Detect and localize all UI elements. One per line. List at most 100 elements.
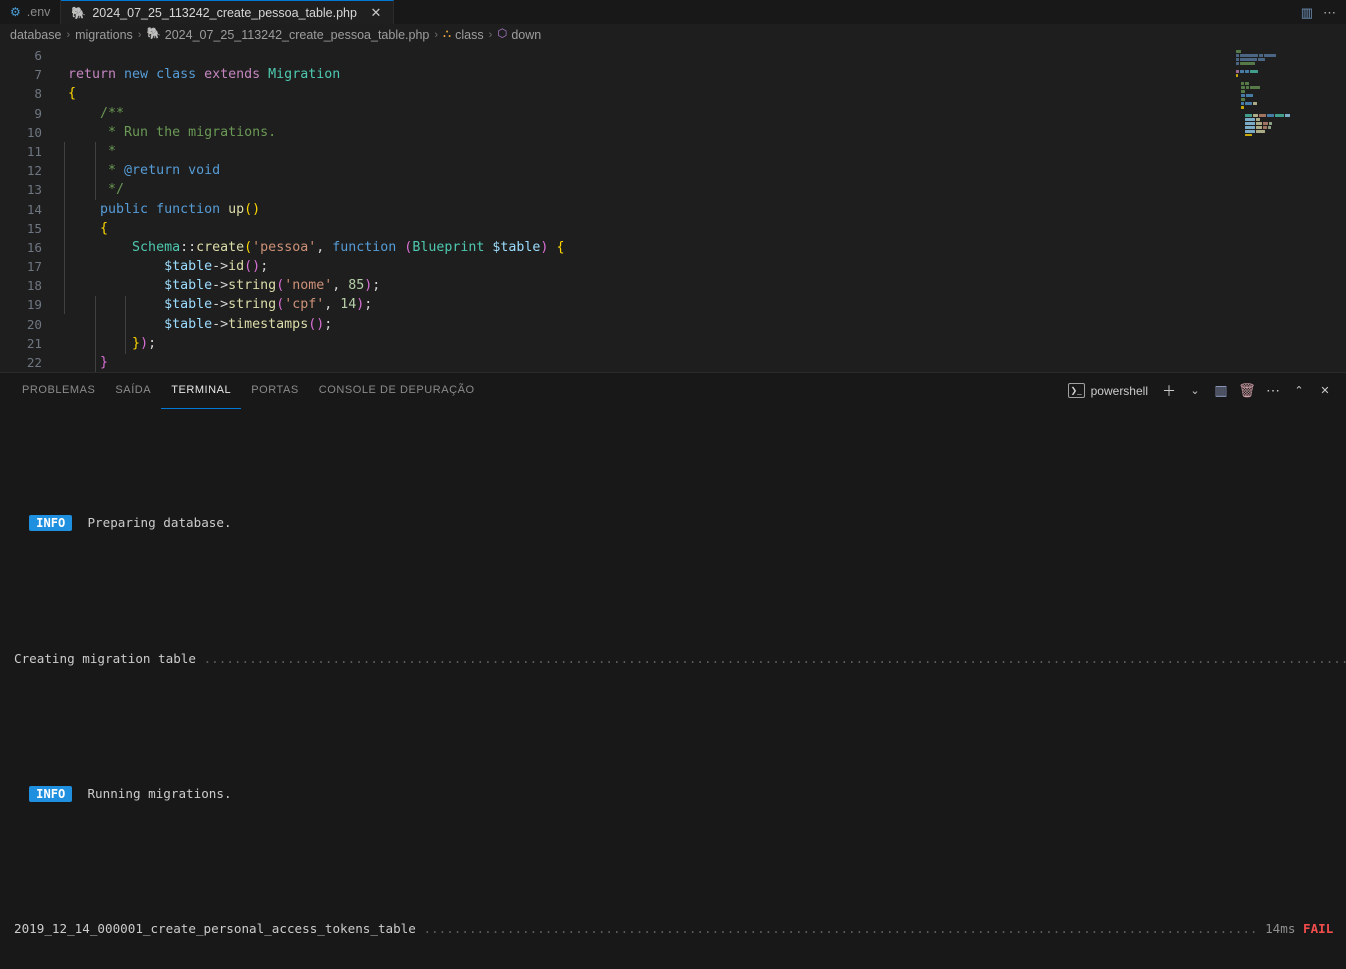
code-line: 22 } bbox=[0, 353, 1346, 372]
editor-tab-bar: ⚙ .env 🐘 2024_07_25_113242_create_pessoa… bbox=[0, 0, 1346, 24]
line-number: 17 bbox=[26, 259, 42, 275]
code-line: 15 { bbox=[0, 219, 1346, 238]
breadcrumb-label: class bbox=[455, 28, 484, 42]
kill-terminal-button[interactable]: 🗑 bbox=[1234, 378, 1260, 404]
terminal-line-running-migrations: INFO Running migrations. bbox=[14, 785, 1332, 803]
indent-guide bbox=[125, 296, 126, 354]
terminal-text: Running migrations. bbox=[87, 785, 232, 801]
tab-create-pessoa-table-php[interactable]: 🐘 2024_07_25_113242_create_pessoa_table.… bbox=[61, 0, 394, 24]
code-text: $table->string('cpf', 14); bbox=[164, 297, 373, 313]
tab-label: 2024_07_25_113242_create_pessoa_table.ph… bbox=[92, 5, 357, 20]
minimap-line bbox=[1236, 74, 1340, 77]
tab-terminal[interactable]: TERMINAL bbox=[161, 373, 242, 409]
minimap-line bbox=[1236, 122, 1340, 125]
minimap-line bbox=[1236, 94, 1340, 97]
tab-saida[interactable]: SAÍDA bbox=[105, 373, 161, 409]
line-number: 15 bbox=[26, 220, 42, 236]
line-number: 20 bbox=[26, 316, 42, 332]
breadcrumb-label: down bbox=[511, 28, 542, 42]
minimap-line bbox=[1236, 54, 1340, 57]
minimap-line bbox=[1236, 82, 1340, 85]
minimap-line bbox=[1236, 98, 1340, 101]
code-text: */ bbox=[68, 182, 125, 198]
new-terminal-button[interactable]: ＋ bbox=[1156, 378, 1182, 404]
terminal-line-creating-migration: Creating migration table ...............… bbox=[14, 650, 1346, 668]
minimap-line bbox=[1236, 110, 1340, 113]
task-label: Creating migration table bbox=[14, 650, 196, 666]
terminal-icon: ❯_ bbox=[1067, 383, 1085, 398]
line-number: 13 bbox=[26, 182, 42, 198]
code-line: 6 bbox=[0, 46, 1346, 65]
terminal-line-preparing: INFO Preparing database. bbox=[14, 515, 1332, 532]
breadcrumb-item-database[interactable]: database bbox=[10, 28, 61, 42]
breadcrumb-separator: › bbox=[434, 29, 439, 41]
more-actions-icon[interactable]: ⋯ bbox=[1323, 6, 1336, 19]
code-text: public function up() bbox=[100, 201, 261, 217]
split-editor-icon[interactable]: ▥ bbox=[1301, 6, 1313, 19]
code-line: 12 * @return void bbox=[0, 161, 1346, 180]
minimap-line bbox=[1236, 118, 1340, 121]
gear-icon: ⚙ bbox=[10, 5, 21, 19]
code-text: $table->string('nome', 85); bbox=[164, 278, 381, 294]
tab-console-depuracao[interactable]: CONSOLE DE DEPURAÇÃO bbox=[309, 373, 485, 409]
minimap-line bbox=[1236, 114, 1340, 117]
info-badge: INFO bbox=[29, 515, 73, 532]
code-line: 18 $table->string('nome', 85); bbox=[0, 276, 1346, 295]
minimap-line bbox=[1236, 62, 1340, 65]
task-label: 2019_12_14_000001_create_personal_access… bbox=[14, 921, 416, 937]
tab-env[interactable]: ⚙ .env bbox=[0, 0, 62, 24]
code-line: 20 $table->timestamps(); bbox=[0, 315, 1346, 334]
code-text: * bbox=[68, 143, 117, 159]
bottom-panel: PROBLEMAS SAÍDA TERMINAL PORTAS CONSOLE … bbox=[0, 372, 1346, 969]
close-icon[interactable]: ✕ bbox=[369, 5, 383, 21]
maximize-panel-icon[interactable]: ⌃ bbox=[1286, 378, 1312, 404]
panel-actions: ❯_ powershell ＋ ⌄ ▥ 🗑 ⋯ ⌃ ✕ bbox=[1066, 378, 1338, 404]
tab-label: .env bbox=[26, 5, 51, 19]
panel-more-actions-icon[interactable]: ⋯ bbox=[1260, 378, 1286, 404]
tab-portas[interactable]: PORTAS bbox=[241, 373, 309, 409]
code-text: }); bbox=[132, 335, 157, 351]
indent-guide bbox=[64, 142, 65, 314]
code-line: 9 /** bbox=[0, 104, 1346, 123]
minimap-line bbox=[1236, 86, 1340, 89]
line-number: 19 bbox=[26, 297, 42, 313]
breadcrumb-separator: › bbox=[488, 29, 493, 41]
close-panel-icon[interactable]: ✕ bbox=[1312, 378, 1338, 404]
minimap-line bbox=[1236, 102, 1340, 105]
breadcrumb-item-file[interactable]: 🐘 2024_07_25_113242_create_pessoa_table.… bbox=[146, 28, 429, 42]
php-elephant-icon: 🐘 bbox=[146, 28, 161, 41]
minimap-line bbox=[1236, 126, 1340, 129]
breadcrumb-item-migrations[interactable]: migrations bbox=[75, 28, 133, 42]
editor-minimap[interactable] bbox=[1230, 46, 1346, 136]
breadcrumb-label: database bbox=[10, 28, 62, 42]
dot-leader: ........................................… bbox=[423, 921, 1258, 937]
line-number: 11 bbox=[26, 143, 42, 159]
code-line: 10 * Run the migrations. bbox=[0, 123, 1346, 142]
code-line: 21 }); bbox=[0, 334, 1346, 353]
terminal-text: Preparing database. bbox=[87, 515, 232, 531]
minimap-line bbox=[1236, 90, 1340, 93]
terminal-profile-dropdown-icon[interactable]: ⌄ bbox=[1182, 378, 1208, 404]
breadcrumb-item-down[interactable]: ⬡ down bbox=[497, 28, 541, 42]
code-area[interactable]: 6 7 return new class extends Migration 8{9 … bbox=[0, 46, 1346, 372]
code-editor[interactable]: 6 7 return new class extends Migration 8{9 … bbox=[0, 46, 1346, 372]
tab-problemas[interactable]: PROBLEMAS bbox=[12, 373, 105, 409]
panel-tab-list: PROBLEMAS SAÍDA TERMINAL PORTAS CONSOLE … bbox=[12, 373, 485, 409]
breadcrumb-label: 2024_07_25_113242_create_pessoa_table.ph… bbox=[164, 28, 430, 42]
minimap-line bbox=[1236, 70, 1340, 73]
php-elephant-icon: 🐘 bbox=[71, 5, 87, 20]
terminal-output[interactable]: INFO Preparing database. Creating migrat… bbox=[0, 408, 1346, 969]
breadcrumb-item-class[interactable]: ⛬ class bbox=[443, 28, 484, 42]
code-text: { bbox=[68, 86, 77, 102]
breadcrumb: database › migrations › 🐘 2024_07_25_113… bbox=[0, 24, 1346, 46]
line-number: 18 bbox=[26, 278, 42, 294]
terminal-selector[interactable]: ❯_ powershell bbox=[1066, 383, 1156, 398]
code-text: $table->timestamps(); bbox=[164, 316, 333, 332]
split-terminal-button[interactable]: ▥ bbox=[1208, 378, 1234, 404]
line-number: 9 bbox=[34, 105, 42, 121]
code-text: { bbox=[100, 220, 109, 236]
editor-actions: ▥ ⋯ bbox=[1291, 0, 1346, 24]
minimap-line bbox=[1236, 78, 1340, 81]
